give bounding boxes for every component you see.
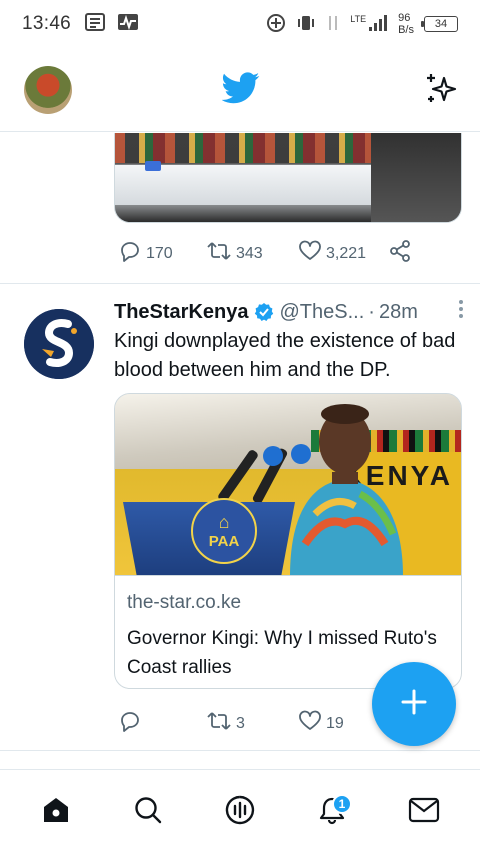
battery-level: 34 [434, 18, 448, 30]
previous-tweet-image[interactable] [114, 133, 462, 223]
reply-count: 170 [146, 244, 173, 262]
like-count: 19 [326, 714, 344, 732]
notifications-badge: 1 [332, 794, 352, 814]
nav-home[interactable] [32, 788, 80, 836]
data-transfer-icon [326, 13, 340, 36]
messages-icon [408, 796, 440, 829]
tweet-text: Kingi downplayed the existence of bad bl… [114, 330, 456, 381]
compose-tweet-button[interactable] [372, 662, 456, 746]
nav-notifications[interactable]: 1 [308, 788, 356, 836]
retweet-button[interactable]: 3 [206, 709, 298, 738]
app-header [0, 48, 480, 132]
battery-icon: 34 [421, 16, 458, 32]
nav-search[interactable] [124, 788, 172, 836]
spaces-icon [224, 794, 256, 831]
retweet-icon [206, 239, 232, 268]
retweet-icon [206, 709, 232, 738]
tweet-divider [0, 750, 480, 751]
more-options-icon[interactable] [458, 299, 464, 325]
reply-icon [118, 709, 142, 738]
retweet-button[interactable]: 343 [206, 239, 298, 268]
previous-tweet-actions: 170 343 3,221 [118, 239, 418, 268]
sparkle-icon[interactable] [424, 72, 458, 111]
signal-icon [368, 14, 388, 35]
speed-value: 96 [398, 12, 411, 24]
like-button[interactable]: 3,221 [298, 239, 388, 268]
like-count: 3,221 [326, 244, 367, 262]
activity-icon [117, 13, 139, 36]
reply-button[interactable]: 170 [118, 239, 206, 268]
like-button[interactable]: 19 [298, 709, 344, 738]
heart-icon [298, 239, 322, 268]
network-type: LTE [350, 13, 367, 24]
status-bar: 13:46 LTE 96 B/s 34 [0, 0, 480, 48]
speed-unit: B/s [398, 24, 414, 36]
tweet-age: 28m [378, 300, 418, 323]
party-logo: ⌂ PAA [191, 498, 257, 564]
vibrate-icon [296, 13, 316, 36]
news-icon [85, 12, 106, 36]
microphone-icon [263, 446, 283, 466]
author-name[interactable]: TheStarKenya [114, 301, 249, 324]
retweet-count: 343 [236, 244, 263, 262]
bottom-navigation: 1 [0, 769, 480, 854]
link-card-image: KENYA ⌂ PAA [115, 394, 461, 576]
tweet-divider [0, 283, 480, 284]
heart-icon [298, 709, 322, 738]
nav-spaces[interactable] [216, 788, 264, 836]
link-card-domain: the-star.co.ke [127, 592, 242, 613]
header-separator: · [368, 300, 375, 323]
reply-icon [118, 239, 142, 268]
twitter-bird-icon[interactable] [221, 72, 260, 109]
search-icon [133, 795, 163, 830]
tweet-actions: 3 19 [118, 709, 378, 738]
verified-badge-icon [254, 302, 274, 322]
reply-button[interactable] [118, 709, 206, 738]
home-icon [41, 795, 71, 830]
profile-avatar[interactable] [24, 66, 72, 114]
link-card[interactable]: KENYA ⌂ PAA the-star.co.ke Governor King… [114, 393, 462, 689]
speaker-figure [285, 394, 405, 575]
data-saver-icon [266, 13, 286, 36]
nav-messages[interactable] [400, 788, 448, 836]
party-logo-text: PAA [208, 533, 240, 550]
status-time: 13:46 [22, 13, 72, 34]
tweet-header: TheStarKenya @TheS... · 28m [114, 299, 464, 325]
author-handle[interactable]: @TheS... [280, 301, 365, 324]
tweet-author-avatar[interactable] [24, 309, 94, 379]
network-speed: 96 B/s [398, 12, 414, 36]
share-icon [388, 239, 412, 268]
share-button[interactable] [388, 239, 412, 268]
plus-icon [399, 687, 429, 722]
retweet-count: 3 [236, 714, 245, 732]
